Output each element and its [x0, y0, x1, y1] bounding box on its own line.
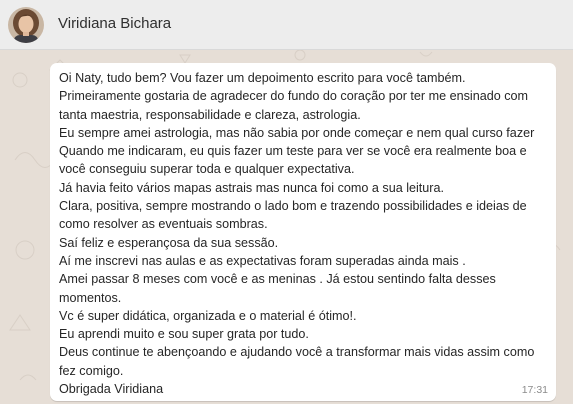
message-line: Clara, positiva, sempre mostrando o lado…: [59, 199, 527, 214]
message-line: fez comigo.: [59, 363, 124, 378]
message-line: Já havia feito vários mapas astrais mas …: [59, 180, 444, 195]
message-line: Aí me inscrevi nas aulas e as expectativ…: [59, 253, 466, 268]
message-line: Obrigada Viridiana: [59, 382, 164, 397]
message-bubble[interactable]: Oi Naty, tudo bem? Vou fazer um depoimen…: [50, 63, 556, 401]
message-line: você conseguiu superar toda e qualquer e…: [59, 162, 355, 177]
message-line: Primeiramente gostaria de agradecer do f…: [59, 89, 529, 104]
message-line: Vc é super didática, organizada e o mate…: [59, 308, 357, 323]
contact-name[interactable]: Viridiana Bichara: [58, 15, 171, 32]
message-line: Saí feliz e esperançosa da sua sessão.: [59, 235, 279, 250]
message-line: Amei passar 8 meses com você e as menina…: [59, 272, 496, 287]
message-line: Eu aprendi muito e sou super grata por t…: [59, 327, 309, 342]
message-line: como resolver as eventuais sombras.: [59, 217, 268, 232]
avatar[interactable]: [8, 7, 44, 43]
message-line: tanta maestria, responsabilidade e clare…: [59, 107, 361, 122]
profile-photo-avatar-icon: [8, 7, 44, 43]
message-line: Eu sempre amei astrologia, mas não sabia…: [59, 125, 535, 140]
message-line: Deus continue te abençoando e ajudando v…: [59, 345, 535, 360]
message-line: momentos.: [59, 290, 122, 305]
message-line: Quando me indicaram, eu quis fazer um te…: [59, 144, 527, 159]
message-line: Oi Naty, tudo bem? Vou fazer um depoimen…: [59, 71, 466, 85]
message-timestamp: 17:31: [521, 384, 548, 396]
chat-header[interactable]: Viridiana Bichara: [0, 0, 573, 50]
